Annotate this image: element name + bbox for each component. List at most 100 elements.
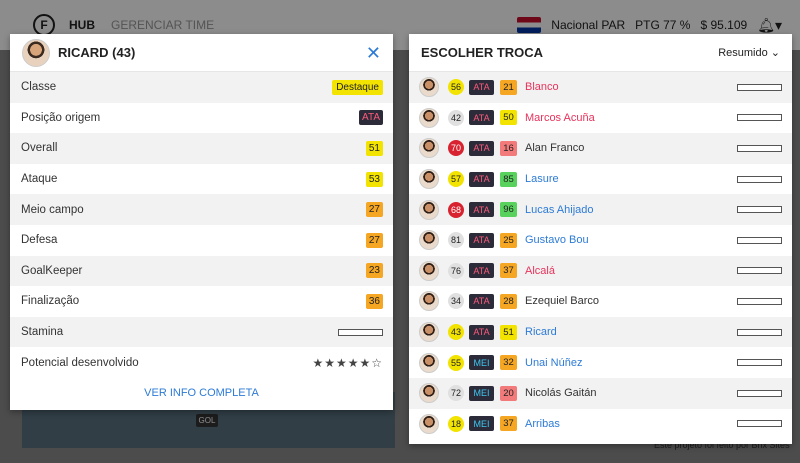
player-avatar <box>419 352 439 373</box>
player-title: RICARD (43) <box>58 45 136 60</box>
player-row[interactable]: 55 MEI 32 Unai Núñez <box>409 347 792 378</box>
player-row[interactable]: 18 MEI 37 Arribas <box>409 409 792 440</box>
player-row[interactable]: 57 ATA 85 Lasure <box>409 164 792 195</box>
player-name[interactable]: Lucas Ahijado <box>525 204 594 216</box>
stamina-bar <box>737 297 782 305</box>
player-name[interactable]: Ricard <box>525 326 557 338</box>
stamina-bar <box>737 236 782 244</box>
position-badge: ATA <box>469 79 494 95</box>
attribute-row: Classe Destaque <box>10 72 393 103</box>
player-name[interactable]: Unai Núñez <box>525 357 582 369</box>
overall-badge: 34 <box>448 293 464 310</box>
player-name[interactable]: Marcos Acuña <box>525 112 595 124</box>
stamina-bar <box>338 328 383 336</box>
player-avatar <box>419 107 439 128</box>
player-name[interactable]: Arribas <box>525 418 560 430</box>
player-row[interactable]: 68 ATA 96 Lucas Ahijado <box>409 194 792 225</box>
attribute-label: Meio campo <box>21 203 84 216</box>
player-name[interactable]: Lasure <box>525 173 559 185</box>
stamina-bar <box>737 144 782 152</box>
player-avatar <box>419 322 439 343</box>
attribute-label: Defesa <box>21 234 58 247</box>
player-avatar <box>419 199 439 220</box>
position-badge: ATA <box>469 232 494 248</box>
stamina-bar <box>737 420 782 428</box>
swap-title: ESCOLHER TROCA <box>421 45 544 60</box>
attribute-label: Finalização <box>21 295 80 308</box>
swap-card-header: ESCOLHER TROCA Resumido ⌄ <box>409 34 792 72</box>
player-avatar <box>22 38 50 67</box>
overall-badge: 81 <box>448 232 464 249</box>
player-info-card: RICARD (43) ✕ Classe Destaque Posição orig… <box>10 34 393 410</box>
overall-badge: 72 <box>448 385 464 402</box>
view-mode-label: Resumido <box>718 47 768 59</box>
player-avatar <box>419 77 439 98</box>
player-name[interactable]: Ezequiel Barco <box>525 295 599 307</box>
stamina-bar <box>737 83 782 91</box>
player-row[interactable]: 70 ATA 16 Alan Franco <box>409 133 792 164</box>
attribute-row: Finalização 36 <box>10 286 393 317</box>
player-row[interactable]: 43 ATA 51 Ricard <box>409 316 792 348</box>
player-avatar <box>419 291 439 312</box>
overall-badge: 55 <box>448 354 464 371</box>
attribute-list: Classe Destaque Posição origem ATA Overall 51… <box>10 72 393 378</box>
attribute-badge: 85 <box>500 171 517 187</box>
attribute-row: Meio campo 27 <box>10 194 393 225</box>
player-name[interactable]: Blanco <box>525 81 559 93</box>
attribute-label: Ataque <box>21 173 58 186</box>
attribute-label: Overall <box>21 142 58 155</box>
player-name[interactable]: Gustavo Bou <box>525 234 589 246</box>
player-row[interactable]: 42 ATA 50 Marcos Acuña <box>409 103 792 134</box>
overall-badge: 42 <box>448 109 464 126</box>
attribute-badge: 37 <box>500 416 517 432</box>
stamina-row: Stamina <box>10 316 393 348</box>
position-badge: ATA <box>469 202 494 218</box>
overall-badge: 43 <box>448 324 464 341</box>
position-badge: ATA <box>469 293 494 309</box>
attribute-badge: 21 <box>500 79 517 95</box>
stamina-bar <box>737 328 782 336</box>
player-row[interactable]: 72 MEI 20 Nicolás Gaitán <box>409 377 792 409</box>
player-card-header: RICARD (43) ✕ <box>10 34 393 72</box>
attribute-badge: 32 <box>500 355 517 371</box>
player-name[interactable]: Alan Franco <box>525 142 584 154</box>
swap-card: ESCOLHER TROCA Resumido ⌄ 56 ATA 21 Blanco 4… <box>409 34 792 444</box>
player-avatar <box>419 413 439 434</box>
attribute-value-badge: 27 <box>365 232 383 248</box>
attribute-badge: 50 <box>500 110 517 126</box>
view-mode-dropdown[interactable]: Resumido ⌄ <box>718 46 780 59</box>
overall-badge: 57 <box>448 171 464 188</box>
potential-row: Potencial desenvolvido ★★★★★☆ <box>10 347 393 378</box>
player-row[interactable]: 76 ATA 37 Alcalá <box>409 255 792 287</box>
overall-badge: 70 <box>448 140 464 157</box>
player-name[interactable]: Nicolás Gaitán <box>525 387 597 399</box>
attribute-label: GoalKeeper <box>21 264 83 277</box>
see-full-info-link[interactable]: VER INFO COMPLETA <box>10 378 393 408</box>
player-avatar <box>419 138 439 159</box>
player-row[interactable]: 56 ATA 21 Blanco <box>409 72 792 103</box>
attribute-badge: 96 <box>500 202 517 218</box>
stamina-bar <box>737 175 782 183</box>
overall-badge: 76 <box>448 262 464 279</box>
attribute-row: Overall 51 <box>10 133 393 164</box>
attribute-label: Classe <box>21 81 57 94</box>
overall-badge: 68 <box>448 201 464 218</box>
attribute-row: Defesa 27 <box>10 225 393 256</box>
player-row[interactable]: 34 ATA 28 Ezequiel Barco <box>409 286 792 317</box>
attribute-value-badge: 27 <box>365 202 383 218</box>
player-row[interactable]: 81 ATA 25 Gustavo Bou <box>409 225 792 256</box>
overall-badge: 18 <box>448 415 464 432</box>
position-badge: MEI <box>469 416 494 432</box>
position-badge: ATA <box>469 324 494 340</box>
attribute-badge: 25 <box>500 232 517 248</box>
attribute-value-badge: 36 <box>365 293 383 309</box>
attribute-value-badge: ATA <box>359 110 383 126</box>
player-avatar <box>419 260 439 281</box>
chevron-down-icon: ⌄ <box>770 47 780 59</box>
attribute-label: Posição origem <box>21 111 101 124</box>
stamina-bar <box>737 267 782 275</box>
attribute-value-badge: 53 <box>365 171 383 187</box>
close-icon[interactable]: ✕ <box>366 44 381 62</box>
position-badge: ATA <box>469 263 494 279</box>
player-name[interactable]: Alcalá <box>525 265 555 277</box>
